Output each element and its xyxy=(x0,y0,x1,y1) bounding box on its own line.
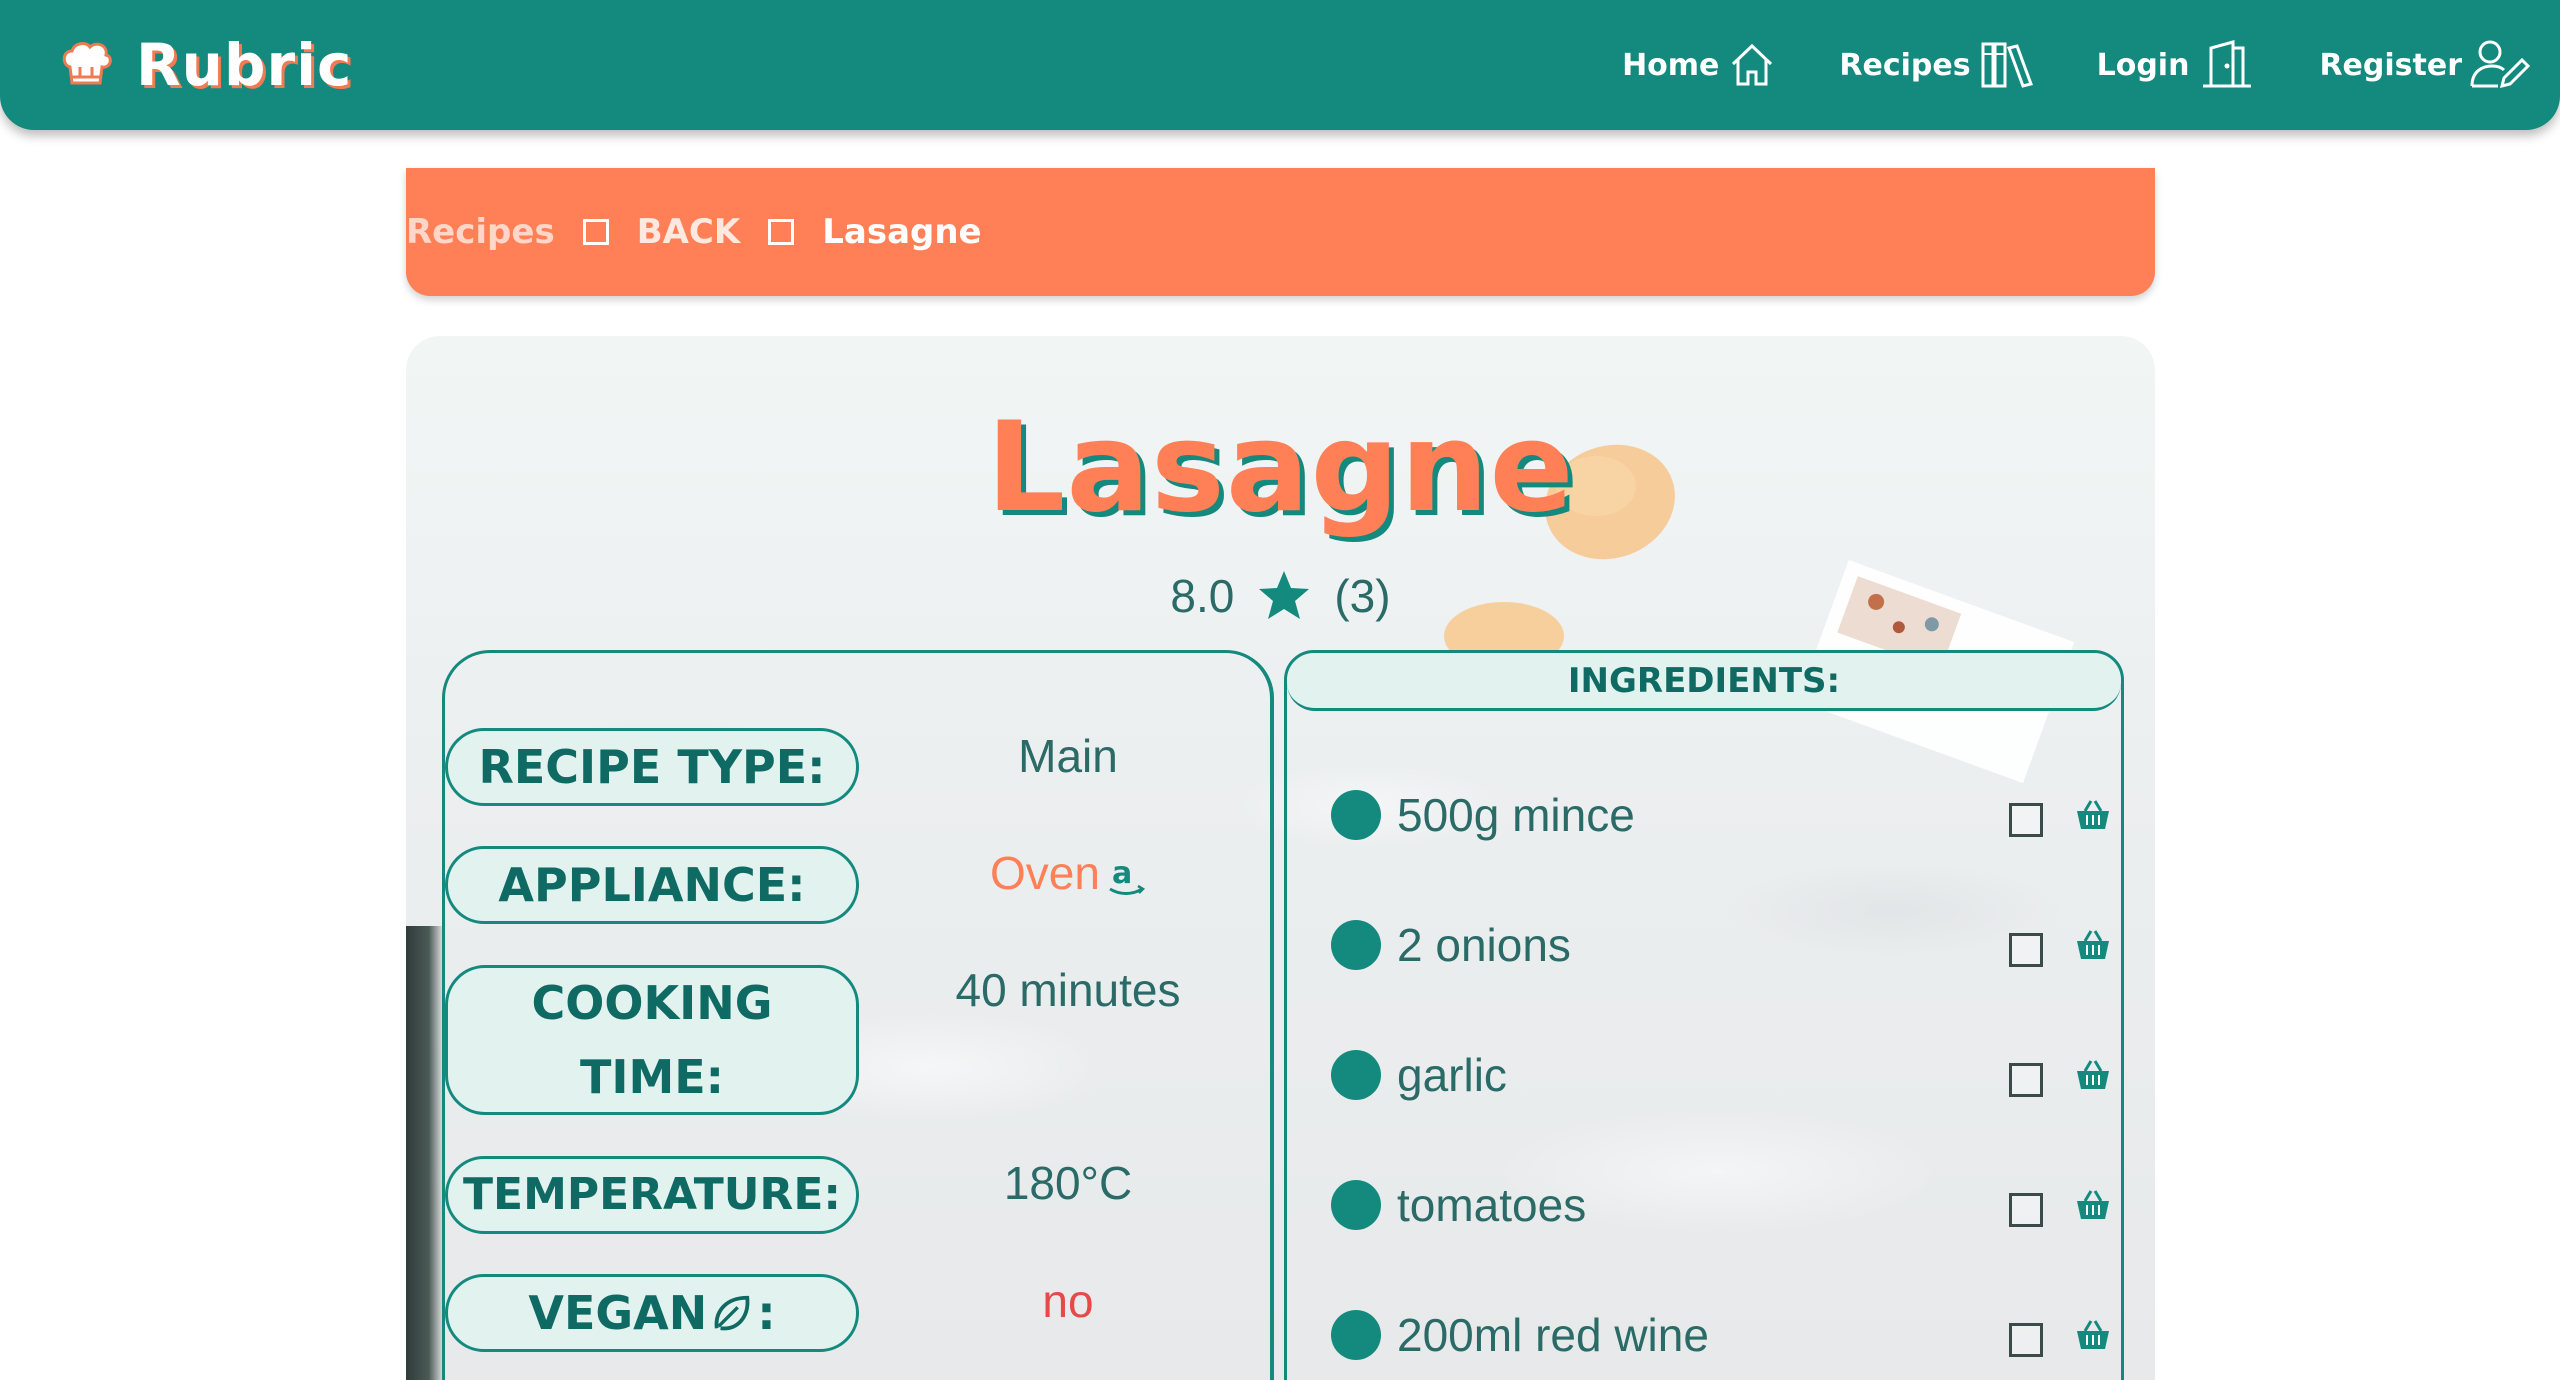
basket-icon[interactable] xyxy=(2075,929,2111,961)
leaf-icon xyxy=(714,1295,750,1331)
brand[interactable]: Rubric xyxy=(58,30,352,100)
ingredient-checkbox[interactable] xyxy=(2009,1193,2043,1227)
recipe-type-value: Main xyxy=(1018,730,1118,782)
breadcrumb-current: Lasagne xyxy=(822,212,982,252)
bullet-dot xyxy=(1331,1180,1381,1230)
ingredients-panel: INGREDIENTS: 500g mince 2 onions garlic … xyxy=(1284,650,2124,1380)
basket-icon[interactable] xyxy=(2075,1059,2111,1091)
bullet-dot xyxy=(1331,1310,1381,1360)
ingredient-text: tomatoes xyxy=(1397,1179,1587,1231)
chef-hat-icon xyxy=(62,42,112,85)
breadcrumb: Recipes BACK Lasagne xyxy=(406,168,2155,296)
ingredient-checkbox[interactable] xyxy=(2009,1323,2043,1357)
ingredient-item: tomatoes xyxy=(1331,1175,2111,1235)
breadcrumb-separator xyxy=(582,219,609,245)
brand-name: Rubric xyxy=(136,31,353,99)
nav-home[interactable]: Home xyxy=(1622,38,1777,92)
main-nav: Home Recipes Login Register xyxy=(1560,30,2530,100)
appliance-link[interactable]: Oven xyxy=(990,847,1100,899)
ingredient-item: 200ml red wine xyxy=(1331,1305,2111,1365)
nav-recipes[interactable]: Recipes xyxy=(1839,38,2034,92)
home-icon xyxy=(1732,43,1773,86)
nav-recipes-label: Recipes xyxy=(1839,47,1971,83)
recipe-type-label: RECIPE TYPE: xyxy=(445,728,859,806)
ingredient-text: 2 onions xyxy=(1397,919,1571,971)
rating: 8.0 (3) xyxy=(406,568,2155,624)
nav-login-label: Login xyxy=(2096,47,2190,83)
basket-icon[interactable] xyxy=(2075,799,2111,831)
temperature-value: 180°C xyxy=(1003,1157,1133,1209)
rating-value: 8.0 xyxy=(1170,570,1235,622)
ingredient-text: 500g mince xyxy=(1397,789,1635,841)
recipe-card: Lasagne 8.0 (3) RECIPE TYPE: Main APPLIA… xyxy=(406,336,2155,1380)
ingredient-checkbox[interactable] xyxy=(2009,803,2043,837)
breadcrumb-back[interactable]: BACK xyxy=(637,212,741,252)
top-navbar: Rubric Home Recipes Login Register xyxy=(0,0,2560,130)
appliance-value: Oven a xyxy=(859,846,1277,900)
nav-register[interactable]: Register xyxy=(2319,38,2530,92)
breadcrumb-separator xyxy=(768,219,795,245)
ingredient-text: garlic xyxy=(1397,1049,1507,1101)
temperature-label: TEMPERATURE: xyxy=(445,1156,859,1234)
basket-icon[interactable] xyxy=(2075,1189,2111,1221)
nav-login[interactable]: Login xyxy=(2097,38,2258,92)
svg-text:a: a xyxy=(1112,857,1132,891)
ingredient-text: 200ml red wine xyxy=(1397,1309,1709,1361)
ingredient-item: garlic xyxy=(1331,1045,2111,1105)
vegan-label-text: VEGAN xyxy=(528,1286,708,1340)
user-edit-icon xyxy=(2470,40,2530,89)
breadcrumb-recipes[interactable]: Recipes xyxy=(406,212,555,252)
ingredient-checkbox[interactable] xyxy=(2009,1063,2043,1097)
door-icon xyxy=(2203,40,2252,88)
ingredients-title: INGREDIENTS: xyxy=(1287,653,2121,711)
books-icon xyxy=(1981,42,2033,88)
ingredient-item: 2 onions xyxy=(1331,915,2111,975)
cooking-time-value: 40 minutes xyxy=(955,964,1181,1016)
bullet-dot xyxy=(1331,790,1381,840)
dish-edge-decoration xyxy=(406,926,444,1380)
star-icon[interactable] xyxy=(1256,568,1312,624)
basket-icon[interactable] xyxy=(2075,1319,2111,1351)
nav-home-label: Home xyxy=(1622,47,1720,83)
appliance-label: APPLIANCE: xyxy=(445,846,859,924)
recipe-title: Lasagne xyxy=(986,396,1575,540)
recipe-details-panel: RECIPE TYPE: Main APPLIANCE: Oven a COOK… xyxy=(442,650,1274,1380)
bullet-dot xyxy=(1331,920,1381,970)
vegan-label: VEGAN : xyxy=(445,1274,859,1352)
rating-count: (3) xyxy=(1334,570,1391,622)
bullet-dot xyxy=(1331,1050,1381,1100)
ingredient-checkbox[interactable] xyxy=(2009,933,2043,967)
amazon-icon[interactable]: a xyxy=(1106,856,1146,897)
vegan-label-colon: : xyxy=(757,1286,776,1340)
vegan-value: no xyxy=(1042,1275,1094,1327)
nav-register-label: Register xyxy=(2319,47,2462,83)
cooking-time-label: COOKING TIME: xyxy=(445,965,859,1115)
ingredient-item: 500g mince xyxy=(1331,785,2111,845)
